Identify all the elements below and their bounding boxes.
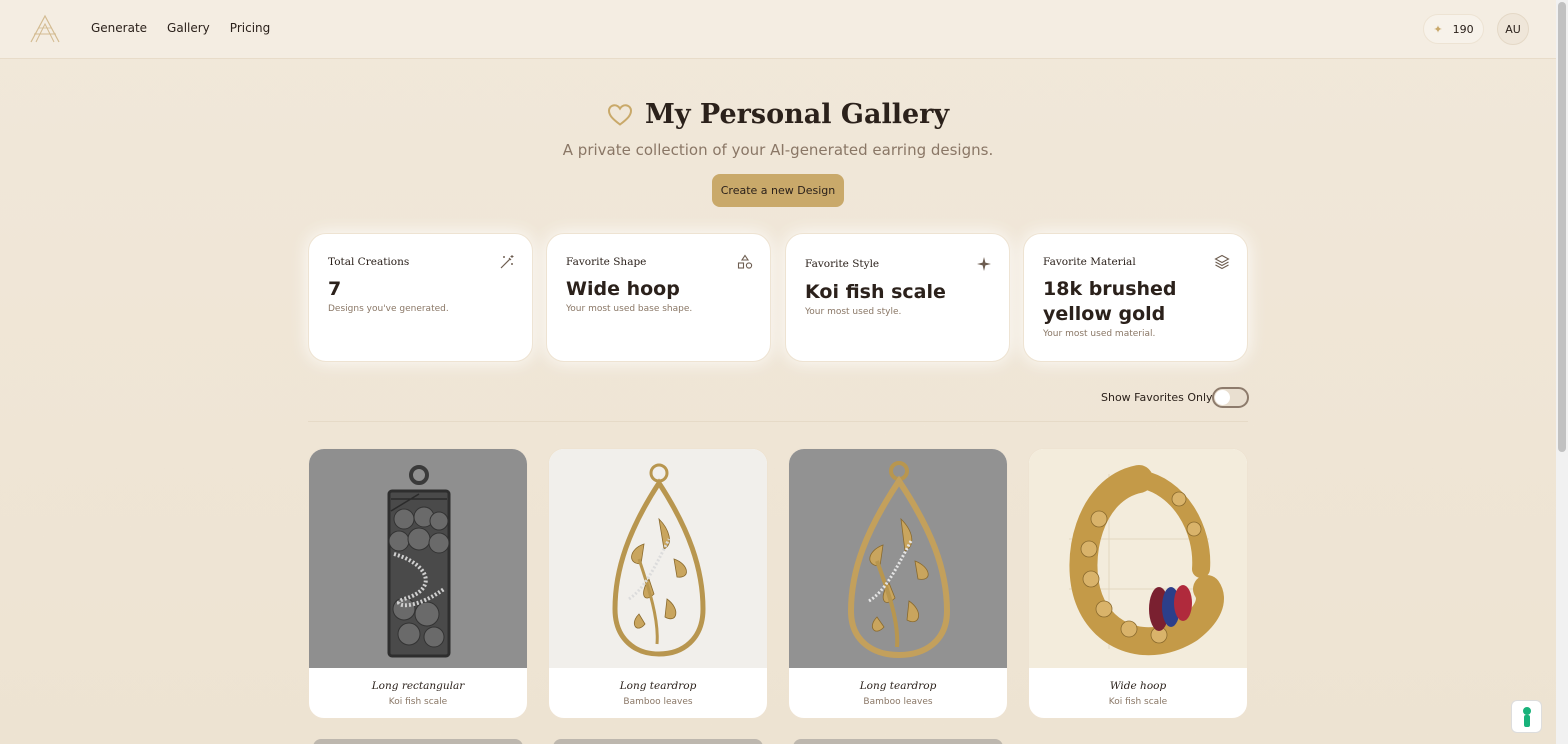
card-shape: Long teardrop <box>619 680 697 692</box>
gallery-card[interactable]: Wide hoop Koi fish scale <box>1028 448 1248 719</box>
scrollbar-thumb[interactable] <box>1558 2 1566 452</box>
earring-image[interactable] <box>549 449 767 668</box>
credits-count: 190 <box>1452 22 1474 36</box>
divider <box>308 421 1248 422</box>
card-style: Bamboo leaves <box>863 697 933 707</box>
card-shape: Long teardrop <box>859 680 937 692</box>
earring-image[interactable] <box>309 449 527 668</box>
stat-value: Wide hoop <box>566 278 680 300</box>
gallery-card-partial[interactable] <box>313 739 523 744</box>
gallery-card-partial[interactable] <box>553 739 763 744</box>
user-avatar[interactable]: AU <box>1497 13 1529 45</box>
heart-icon <box>607 103 632 126</box>
stat-label: Total Creations <box>328 256 410 268</box>
card-caption: Long teardrop Bamboo leaves <box>789 668 1007 707</box>
magic-wand-icon <box>500 255 514 269</box>
stat-label: Favorite Material <box>1043 256 1136 268</box>
card-caption: Long teardrop Bamboo leaves <box>549 668 767 707</box>
toggle-knob <box>1215 390 1230 405</box>
card-style: Bamboo leaves <box>623 697 693 707</box>
sparkle-icon <box>977 257 991 271</box>
card-shape: Long rectangular <box>371 680 465 692</box>
gallery-card[interactable]: Long teardrop Bamboo leaves <box>548 448 768 719</box>
stat-value: 18k brushed yellow gold <box>1043 278 1177 325</box>
rectangular-earring-illustration <box>387 465 451 658</box>
page-scrollbar[interactable] <box>1556 0 1568 744</box>
stat-description: Designs you've generated. <box>328 304 449 314</box>
card-shape: Wide hoop <box>1109 680 1167 692</box>
help-widget-icon <box>1522 706 1531 727</box>
stat-description: Your most used base shape. <box>566 304 693 314</box>
stat-card-total-creations: Total Creations 7 Designs you've generat… <box>308 233 533 362</box>
top-navbar: Generate Gallery Pricing ✦ 190 AU <box>0 0 1556 59</box>
hoop-earring-illustration <box>1069 465 1224 656</box>
teardrop-earring-illustration <box>847 461 951 659</box>
stat-value: Koi fish scale <box>805 281 946 303</box>
nav-gallery[interactable]: Gallery <box>167 21 210 35</box>
stat-description: Your most used style. <box>805 307 902 317</box>
sparkle-icon: ✦ <box>1433 22 1443 36</box>
stat-label: Favorite Style <box>805 258 880 270</box>
card-style: Koi fish scale <box>388 697 448 707</box>
favorites-toggle-label: Show Favorites Only <box>1101 391 1213 404</box>
gallery-card[interactable]: Long rectangular Koi fish scale <box>308 448 528 719</box>
shapes-icon <box>737 254 753 269</box>
stat-card-favorite-style: Favorite Style Koi fish scale Your most … <box>785 233 1010 362</box>
create-design-button[interactable]: Create a new Design <box>712 174 844 207</box>
nav-pricing[interactable]: Pricing <box>230 21 270 35</box>
gallery-card-partial[interactable] <box>793 739 1003 744</box>
main-nav: Generate Gallery Pricing <box>91 21 270 35</box>
card-style: Koi fish scale <box>1108 697 1168 707</box>
nav-generate[interactable]: Generate <box>91 21 147 35</box>
stat-label: Favorite Shape <box>566 256 647 268</box>
stat-value: 7 <box>328 278 342 300</box>
stat-description: Your most used material. <box>1043 329 1156 339</box>
card-caption: Long rectangular Koi fish scale <box>309 668 527 707</box>
earring-image[interactable] <box>1029 449 1247 668</box>
earring-image[interactable] <box>789 449 1007 668</box>
stat-card-favorite-shape: Favorite Shape Wide hoop Your most used … <box>546 233 771 362</box>
help-widget-button[interactable] <box>1511 700 1542 733</box>
brand-logo-icon[interactable] <box>28 14 62 44</box>
page-heading: My Personal Gallery <box>0 99 1556 130</box>
favorites-toggle[interactable] <box>1212 387 1249 408</box>
page-title: My Personal Gallery <box>644 99 950 130</box>
teardrop-earring-illustration <box>612 463 706 657</box>
layers-icon <box>1214 254 1230 270</box>
stat-card-favorite-material: Favorite Material 18k brushed yellow gol… <box>1023 233 1248 362</box>
card-caption: Wide hoop Koi fish scale <box>1029 668 1247 707</box>
credits-badge[interactable]: ✦ 190 <box>1423 14 1484 44</box>
page-subtitle: A private collection of your AI-generate… <box>562 141 994 159</box>
gallery-card[interactable]: Long teardrop Bamboo leaves <box>788 448 1008 719</box>
